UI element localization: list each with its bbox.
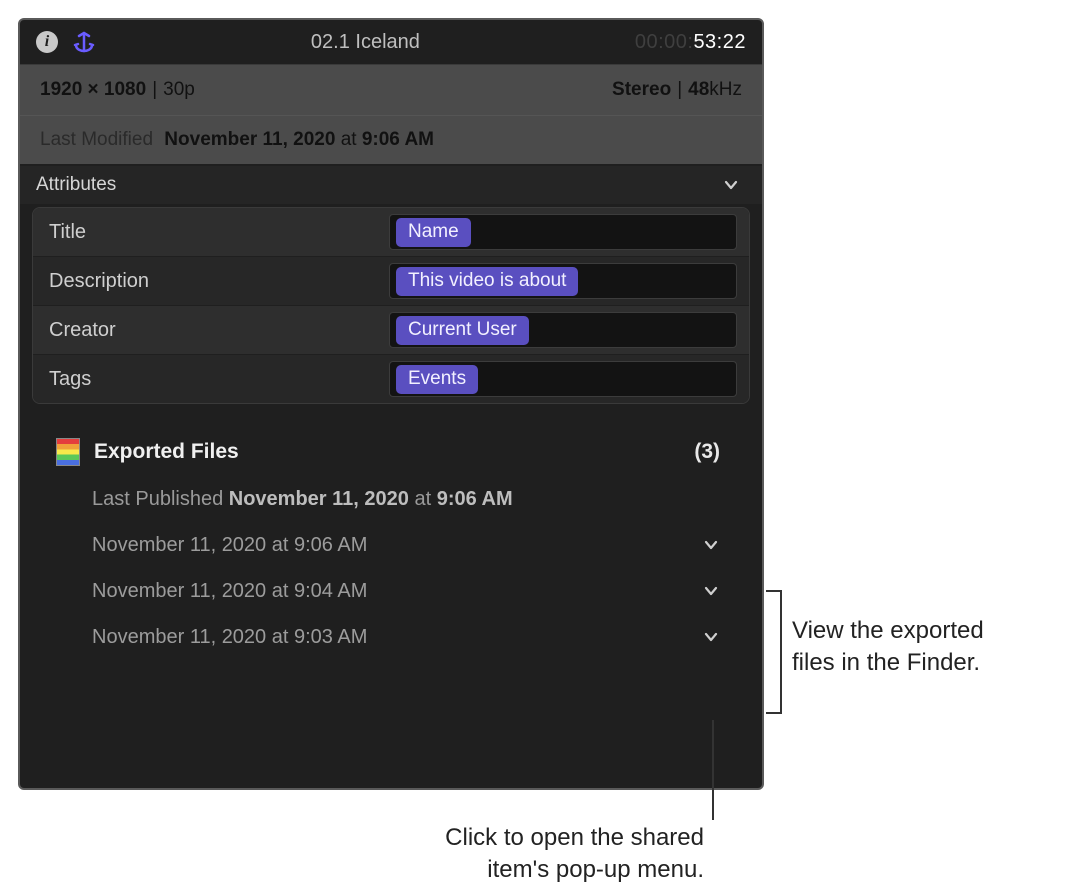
token[interactable]: This video is about [396, 267, 578, 296]
exported-files-header: Exported Files (3) [56, 438, 726, 466]
timecode: 00:00:53:22 [635, 31, 746, 54]
attr-row-title: Title Name [33, 208, 749, 257]
framerate-label: 30p [163, 79, 195, 101]
chevron-down-icon [722, 176, 740, 194]
chevron-down-icon[interactable] [702, 536, 726, 554]
clip-title: 02.1 Iceland [96, 31, 635, 54]
creator-field[interactable]: Current User [389, 312, 737, 348]
attributes-label: Attributes [36, 174, 116, 196]
share-inspector-panel: i 02.1 Iceland 00:00:53:22 1920 × 1080 |… [18, 18, 764, 790]
annotation-right: View the exported files in the Finder. [792, 615, 984, 680]
token[interactable]: Events [396, 365, 478, 394]
attributes-table: Title Name Description This video is abo… [32, 207, 750, 404]
last-modified-label: Last Modified [40, 129, 153, 151]
attr-row-creator: Creator Current User [33, 306, 749, 355]
resolution-label: 1920 × 1080 [40, 79, 146, 101]
media-info-block: 1920 × 1080 | 30p Stereo | 48kHz Last Mo… [20, 64, 762, 166]
exported-item-label: November 11, 2020 at 9:04 AM [92, 580, 367, 603]
media-format-row: 1920 × 1080 | 30p Stereo | 48kHz [20, 65, 762, 116]
last-published-row: Last Published November 11, 2020 at 9:06… [56, 476, 726, 522]
exported-files-section: Exported Files (3) Last Published Novemb… [20, 420, 762, 660]
attributes-header[interactable]: Attributes [20, 166, 762, 204]
attr-label: Description [33, 270, 389, 293]
title-field[interactable]: Name [389, 214, 737, 250]
audio-rate-label: 48kHz [688, 79, 742, 101]
exported-item-row[interactable]: November 11, 2020 at 9:04 AM [56, 568, 726, 614]
attr-label: Creator [33, 319, 389, 342]
token[interactable]: Name [396, 218, 471, 247]
attr-label: Tags [33, 368, 389, 391]
annotation-leader [712, 720, 714, 820]
exported-item-row[interactable]: November 11, 2020 at 9:03 AM [56, 614, 726, 660]
last-published-time: 9:06 AM [437, 488, 513, 511]
exported-files-count: (3) [694, 440, 726, 464]
attr-row-description: Description This video is about [33, 257, 749, 306]
chevron-down-icon[interactable] [702, 628, 726, 646]
inspector-topbar: i 02.1 Iceland 00:00:53:22 [20, 20, 762, 64]
share-destinations-icon[interactable] [72, 30, 96, 54]
last-published-date: November 11, 2020 [229, 488, 409, 511]
color-bars-icon [56, 438, 80, 466]
timecode-dim: 00:00: [635, 31, 694, 53]
token[interactable]: Current User [396, 316, 529, 345]
tags-field[interactable]: Events [389, 361, 737, 397]
exported-item-label: November 11, 2020 at 9:03 AM [92, 626, 367, 649]
attr-label: Title [33, 221, 389, 244]
attr-row-tags: Tags Events [33, 355, 749, 403]
audio-channels-label: Stereo [612, 79, 671, 101]
chevron-down-icon[interactable] [702, 582, 726, 600]
description-field[interactable]: This video is about [389, 263, 737, 299]
timecode-bright: 53:22 [693, 31, 746, 53]
last-published-label: Last Published [92, 488, 223, 511]
annotation-bottom: Click to open the shared item's pop-up m… [352, 822, 704, 887]
annotation-bracket [766, 590, 782, 714]
last-modified-date: November 11, 2020 [164, 129, 335, 151]
info-icon[interactable]: i [36, 31, 58, 53]
exported-item-label: November 11, 2020 at 9:06 AM [92, 534, 367, 557]
exported-item-row[interactable]: November 11, 2020 at 9:06 AM [56, 522, 726, 568]
last-modified-row: Last Modified November 11, 2020 at 9:06 … [20, 116, 762, 166]
last-modified-time: 9:06 AM [362, 129, 434, 151]
exported-files-label: Exported Files [94, 440, 239, 464]
